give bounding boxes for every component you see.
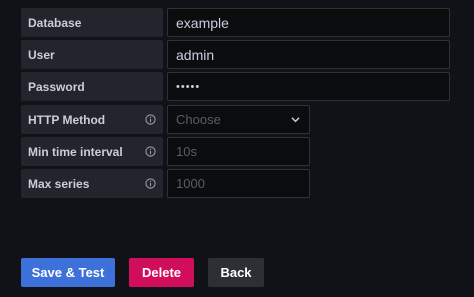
save-test-label: Save & Test bbox=[31, 265, 105, 280]
password-input[interactable]: ••••• bbox=[167, 72, 450, 101]
info-icon[interactable] bbox=[145, 114, 156, 125]
min-time-interval-placeholder: 10s bbox=[176, 144, 197, 159]
max-series-label-text: Max series bbox=[28, 176, 90, 191]
delete-label: Delete bbox=[141, 265, 182, 280]
save-test-button[interactable]: Save & Test bbox=[21, 258, 115, 287]
database-label: Database bbox=[21, 8, 163, 37]
database-label-text: Database bbox=[28, 15, 82, 30]
info-icon[interactable] bbox=[145, 178, 156, 189]
user-label: User bbox=[21, 40, 163, 69]
http-method-label: HTTP Method bbox=[21, 105, 163, 134]
min-time-interval-input[interactable]: 10s bbox=[167, 137, 310, 166]
user-input[interactable]: admin bbox=[167, 40, 450, 69]
password-value: ••••• bbox=[176, 80, 201, 93]
database-input[interactable]: example bbox=[167, 8, 450, 37]
info-icon[interactable] bbox=[145, 146, 156, 157]
password-label-text: Password bbox=[28, 79, 85, 94]
user-label-text: User bbox=[28, 47, 55, 62]
user-value: admin bbox=[176, 46, 215, 63]
min-time-interval-label-text: Min time interval bbox=[28, 144, 123, 159]
http-method-placeholder: Choose bbox=[176, 112, 221, 127]
password-label: Password bbox=[21, 72, 163, 101]
max-series-label: Max series bbox=[21, 169, 163, 198]
max-series-input[interactable]: 1000 bbox=[167, 169, 310, 198]
back-button[interactable]: Back bbox=[208, 258, 264, 287]
min-time-interval-label: Min time interval bbox=[21, 137, 163, 166]
http-method-select[interactable]: Choose bbox=[167, 105, 310, 134]
chevron-down-icon bbox=[291, 117, 300, 123]
back-label: Back bbox=[220, 265, 252, 280]
http-method-label-text: HTTP Method bbox=[28, 112, 106, 127]
max-series-placeholder: 1000 bbox=[176, 176, 205, 191]
database-value: example bbox=[176, 14, 229, 31]
delete-button[interactable]: Delete bbox=[129, 258, 194, 287]
